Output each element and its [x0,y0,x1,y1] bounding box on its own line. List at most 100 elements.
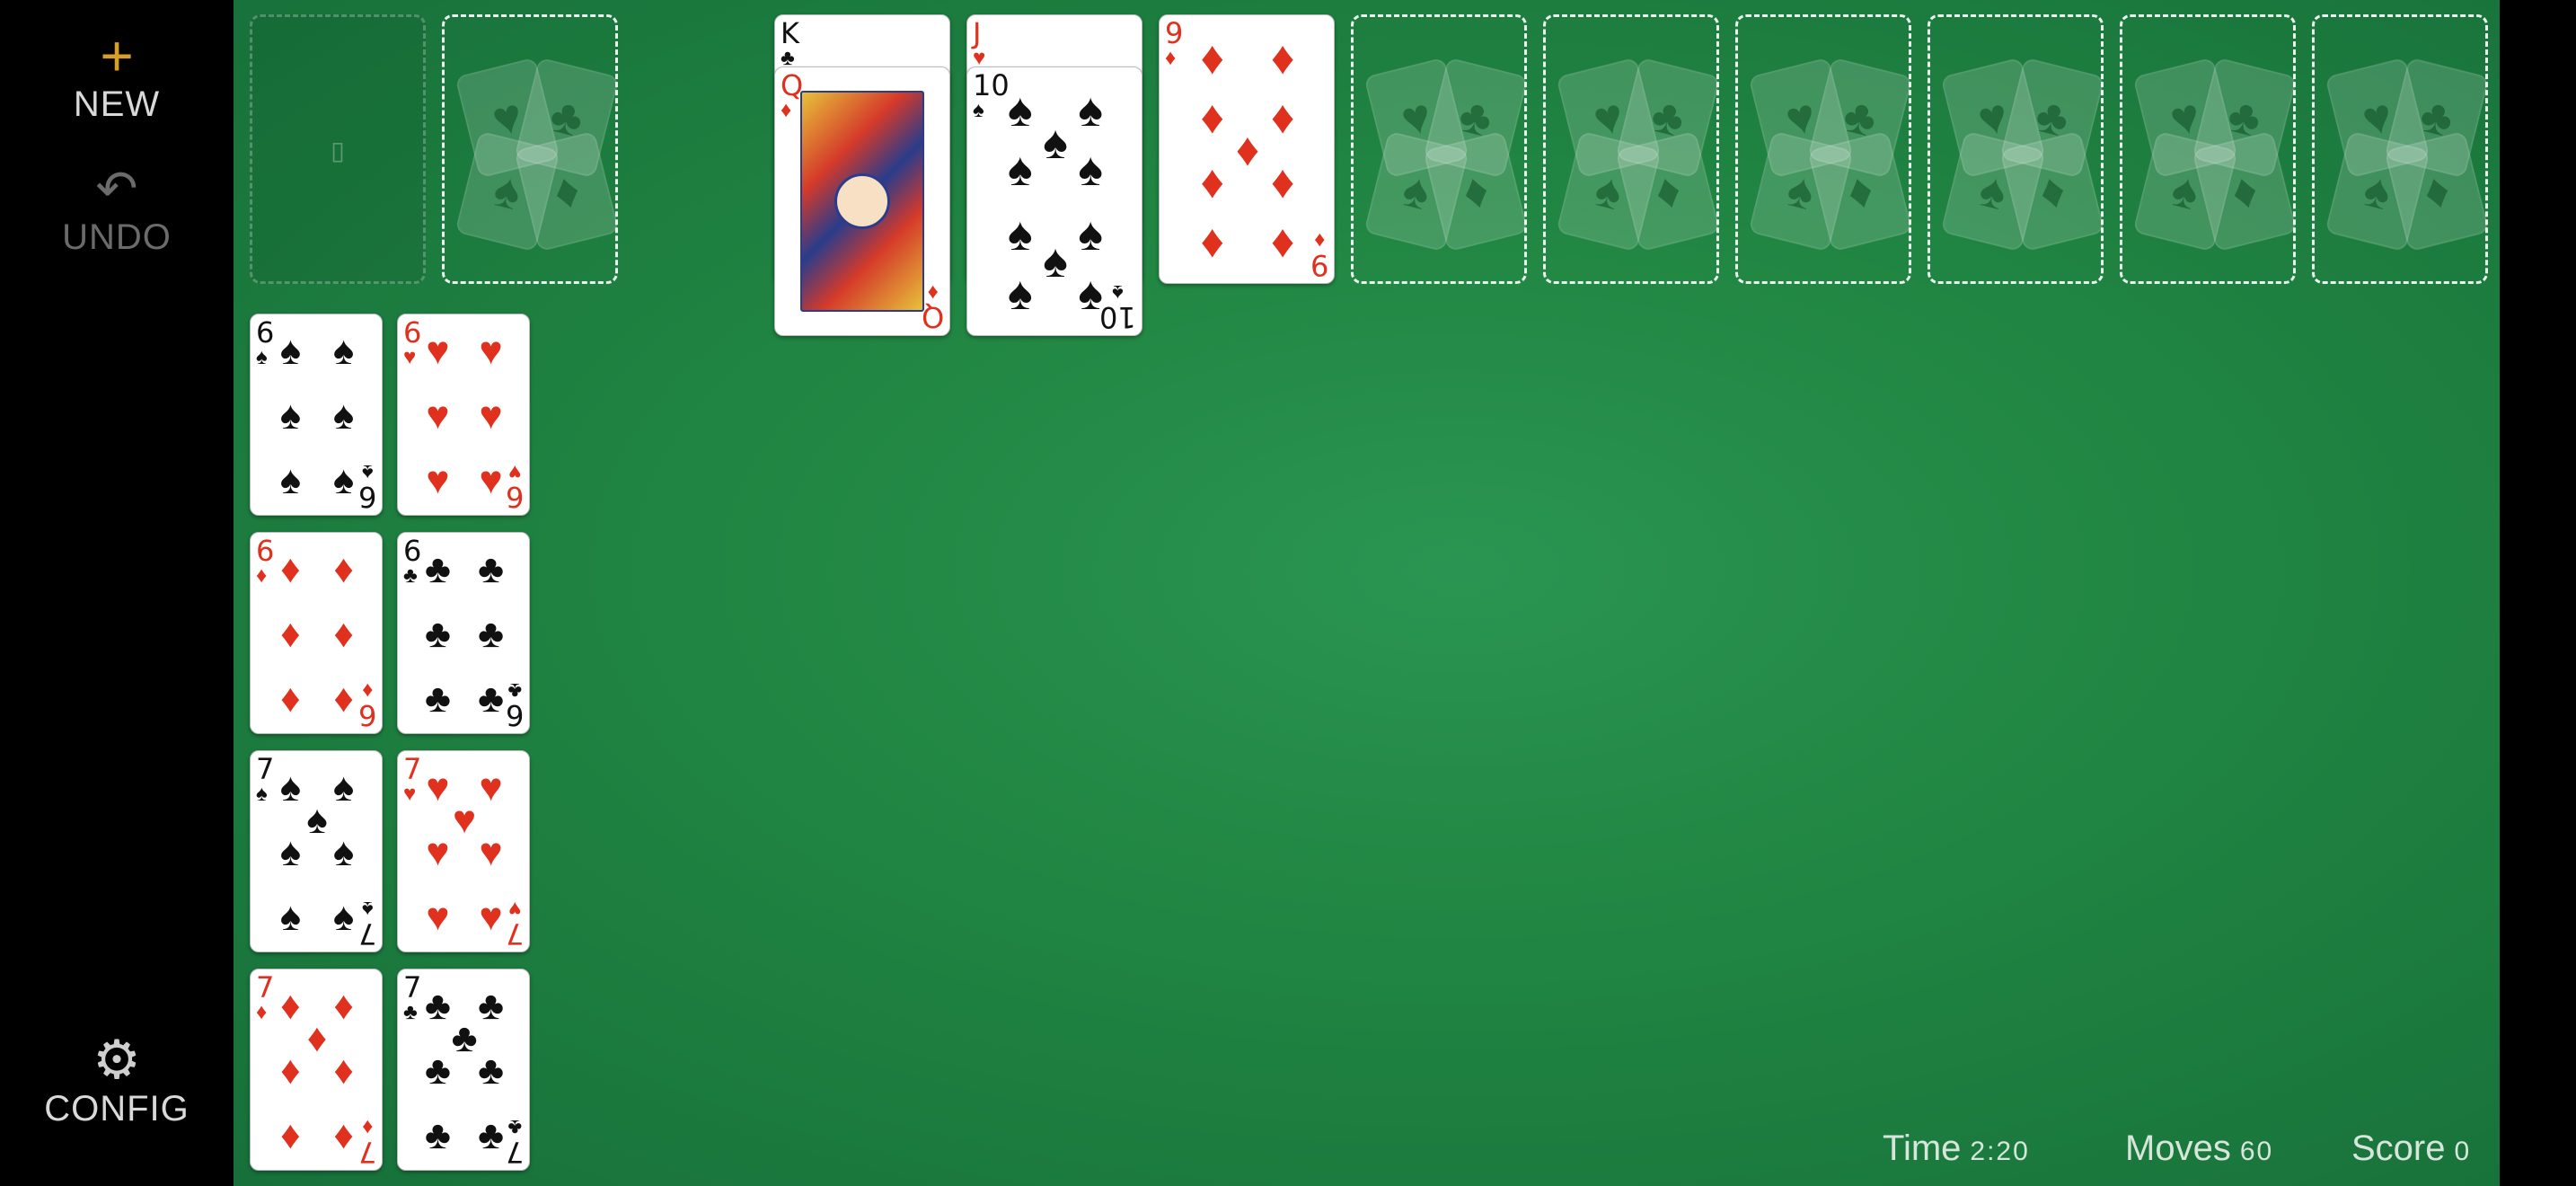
playing-card[interactable]: Q ♦ Q ♦ [774,66,950,336]
face-card-art-icon [800,91,924,312]
card-corner-bottom: 6 ♥ [506,460,524,514]
card-suit-icon: ♦ [781,98,792,122]
suit-pip-icon: ♣ [451,1015,478,1060]
suit-pip-icon: ♦ [333,546,354,591]
right-edge-bar [2500,0,2576,1186]
suit-pip-icon: ♠ [332,894,355,939]
suit-pip-icon: ♦ [306,1015,328,1060]
suit-pip-icon: ♠ [332,393,355,438]
card-rank: 7 [505,1135,524,1169]
suit-pip-icon: ♠ [279,393,302,438]
undo-label: UNDO [62,217,172,257]
card-rank: 6 [357,480,376,514]
playing-card[interactable]: 6 ♦ ♦ ♦ ♦ ♦ ♦ ♦ 6 ♦ [250,532,383,734]
suit-pip-icon: ♠ [279,457,302,502]
card-suit-icon: ♦ [1165,46,1177,70]
empty-slot[interactable]: ♥ ♣ ♠ ♦ [1735,14,1913,284]
playing-card[interactable]: 6 ♥ ♥ ♥ ♥ ♥ ♥ ♥ 6 ♥ [397,314,530,516]
card-suit-icon: ♠ [973,98,984,122]
sidebar: + NEW ↶ UNDO ⚙ CONFIG [0,0,234,1186]
suit-pip-icon: ♠ [279,829,302,874]
empty-slot[interactable]: ♥ ♣ ♠ ♦ [1543,14,1721,284]
playing-card[interactable]: 7 ♦ ♦ ♦ ♦ ♦ ♦ ♦ ♦ 7 ♦ [250,969,383,1171]
playing-card[interactable]: 7 ♥ ♥ ♥ ♥ ♥ ♥ ♥ ♥ 7 ♥ [397,750,530,952]
suit-pip-icon: ♦ [1270,216,1295,268]
empty-slot[interactable]: ♥ ♣ ♠ ♦ [1351,14,1529,284]
suit-pip-icon: ♠ [279,765,302,810]
playing-card[interactable]: 6 ♠ ♠ ♠ ♠ ♠ ♠ ♠ 6 ♠ [250,314,383,516]
plus-icon: + [100,23,134,88]
time-value: 2:20 [1970,1137,2030,1166]
suit-pip-icon: ♣ [424,1048,451,1093]
suit-pip-icon: ♣ [478,1112,505,1157]
suit-pip-icon: ♦ [1200,32,1225,84]
gear-icon: ⚙ [93,1030,141,1090]
card-placeholder-icon: ♥ ♣ ♠ ♦ [1555,57,1721,252]
suit-pip-icon: ♣ [478,611,505,656]
undo-icon: ↶ [95,160,138,217]
game-table: ▯ ♥ ♣ ♠ ♦ ♥ ♣ ♠ ♦ ♥ ♣ ♠ ♦ ♥ ♣ ♠ ♦ ♥ ♣ ♠ ♦ ♥ ♣ ♠ ♦ ♥ ♣ ♠ ♦ K ♣ … [234,0,2500,1186]
empty-slot[interactable]: ♥ ♣ ♠ ♦ [1928,14,2105,284]
suit-pip-icon: ♠ [332,457,355,502]
card-corner-bottom: 7 ♠ [358,897,376,951]
card-rank: 6 [403,315,422,350]
config-button[interactable]: ⚙ CONFIG [0,1033,234,1130]
card-rank: 6 [505,698,524,732]
undo-button[interactable]: ↶ UNDO [0,162,234,259]
suit-pip-icon: ♦ [1270,92,1295,144]
card-suit-icon: ♥ [403,345,417,369]
suit-pip-icon: ♣ [424,676,451,721]
suit-pip-icon: ♠ [1007,208,1033,261]
suit-pip-icon: ♠ [279,894,302,939]
card-corner-bottom: 7 ♥ [506,897,524,951]
suit-pip-icon: ♠ [1078,144,1103,196]
card-corner-bottom: 6 ♣ [505,678,524,732]
card-rank: 7 [403,752,422,786]
suit-pip-icon: ♦ [333,983,354,1028]
suit-pip-icon: ♦ [280,611,301,656]
suit-pip-icon: ♦ [280,1112,301,1157]
empty-slot[interactable]: ♥ ♣ ♠ ♦ [2120,14,2298,284]
card-corner-bottom: 7 ♦ [358,1115,376,1169]
suit-pip-icon: ♥ [479,829,503,874]
empty-slot[interactable]: ♥ ♣ ♠ ♦ [2312,14,2490,284]
card-placeholder-icon: ♥ ♣ ♠ ♦ [1939,57,2105,252]
suit-pip-icon: ♦ [333,676,354,721]
suit-pip-icon: ♠ [279,328,302,373]
suit-pip-icon: ♥ [479,765,503,810]
stock-pile[interactable]: ▯ [250,14,426,284]
empty-slot[interactable]: ♥ ♣ ♠ ♦ [442,14,620,284]
suit-pip-icon: ♥ [426,457,450,502]
time-display: Time 2:20 [1883,1128,2030,1169]
suit-pip-icon: ♠ [1043,117,1068,169]
playing-card[interactable]: 9 ♦ ♦ ♦ ♦ ♦ ♦ ♦ ♦ ♦ ♦ 9 ♦ [1159,14,1335,284]
suit-pip-icon: ♣ [424,546,451,591]
suit-pip-icon: ♥ [426,894,450,939]
suit-pip-icon: ♥ [426,393,450,438]
suit-pip-icon: ♥ [452,797,477,842]
playing-card[interactable]: 7 ♠ ♠ ♠ ♠ ♠ ♠ ♠ ♠ 7 ♠ [250,750,383,952]
suit-pip-icon: ♦ [1235,124,1260,176]
suit-pip-icon: ♣ [478,676,505,721]
card-placeholder-icon: ♥ ♣ ♠ ♦ [1363,57,1529,252]
card-corner-bottom: 9 ♦ [1310,228,1328,282]
card-placeholder-icon: ♥ ♣ ♠ ♦ [2131,57,2298,252]
card-placeholder-icon: ♥ ♣ ♠ ♦ [1747,57,1913,252]
suit-pip-icon: ♦ [280,546,301,591]
playing-card[interactable]: 6 ♣ ♣ ♣ ♣ ♣ ♣ ♣ 6 ♣ [397,532,530,734]
playing-card[interactable]: 7 ♣ ♣ ♣ ♣ ♣ ♣ ♣ ♣ 7 ♣ [397,969,530,1171]
card-corner-bottom: 7 ♣ [505,1115,524,1169]
new-game-button[interactable]: + NEW [0,23,234,126]
moves-display: Moves 60 [2125,1128,2273,1169]
card-suit-icon: ♥ [507,460,521,484]
suit-pip-icon: ♣ [424,983,451,1028]
card-corner-bottom: 10 ♠ [1099,280,1136,334]
face-portrait-icon [834,173,890,229]
playing-card[interactable]: 10 ♠ ♠ ♠ ♠ ♠ ♠ ♠ ♠ ♠ ♠ ♠ 10 ♠ [966,66,1142,336]
card-suit-icon: ♥ [403,782,417,806]
suit-pip-icon: ♥ [479,457,503,502]
moves-value: 60 [2239,1137,2274,1166]
score-display: Score 0 [2351,1128,2471,1169]
suit-pip-icon: ♦ [333,1048,354,1093]
suit-pip-icon: ♠ [306,797,328,842]
